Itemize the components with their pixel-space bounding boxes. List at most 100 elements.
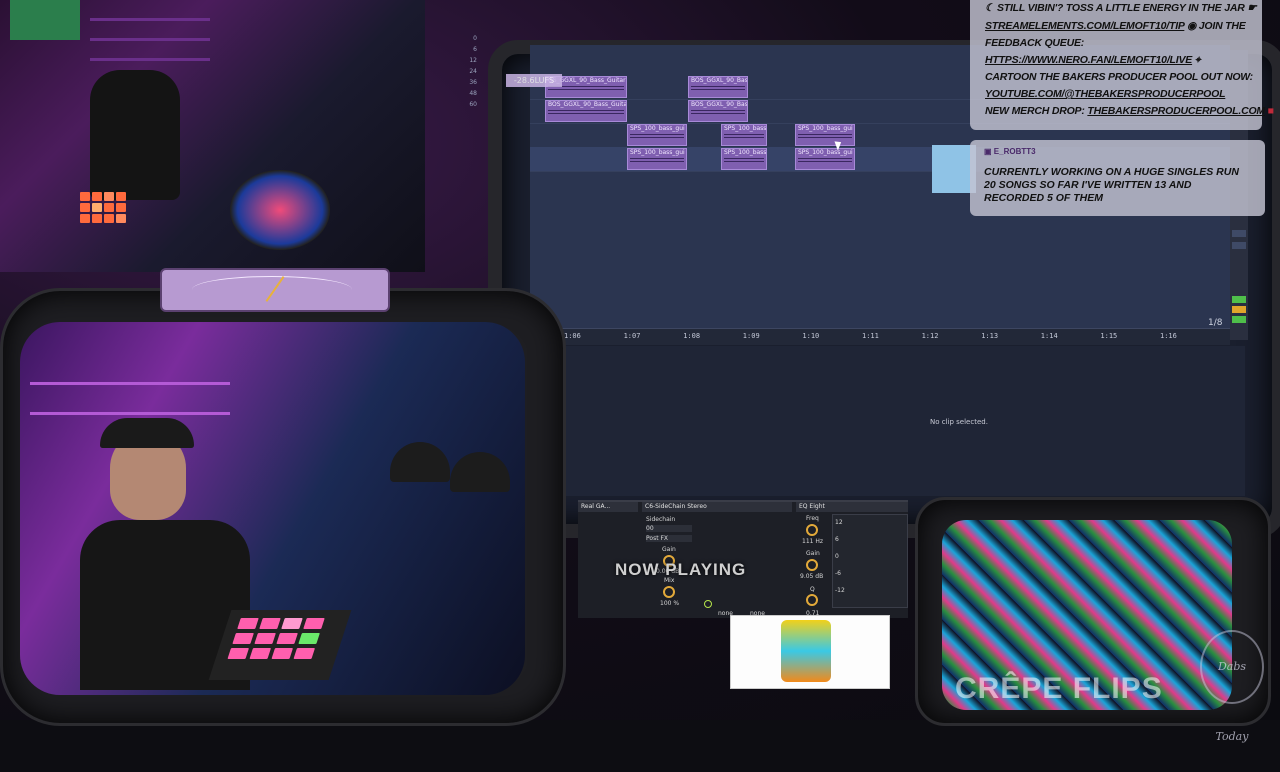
user-badge-icon: ▣ xyxy=(984,147,994,156)
clip-waveform xyxy=(724,161,764,162)
webcam-studio-top xyxy=(0,0,425,272)
youtube-link[interactable]: YOUTUBE.COM/@THEBAKERSPRODUCERPOOL xyxy=(985,88,1225,100)
shelf xyxy=(30,382,230,385)
clip-label: SPS_100_bass_gui xyxy=(630,125,685,132)
audio-clip[interactable]: SPS_100_bass xyxy=(721,124,767,146)
db-scale: 0 6 12 24 36 48 60 xyxy=(455,35,477,115)
power-led-icon[interactable] xyxy=(704,600,712,608)
q-label: Q xyxy=(810,586,815,593)
zoom-level: 1/8 xyxy=(1208,318,1223,328)
ruler-tick: 1:14 xyxy=(1040,332,1058,340)
clip-waveform xyxy=(798,161,852,162)
track-solo-button[interactable] xyxy=(1232,306,1246,313)
vu-meter-decoration xyxy=(160,268,390,312)
clip-waveform xyxy=(630,134,684,135)
db-scale-tick: 48 xyxy=(469,90,477,97)
audio-clip[interactable]: SPS_100_bass_gui xyxy=(627,148,687,170)
device-title-eq-eight[interactable]: EQ Eight xyxy=(796,502,908,512)
db-scale-tick: 12 xyxy=(469,57,477,64)
clip-waveform xyxy=(548,89,624,90)
clip-waveform xyxy=(548,110,624,111)
q-knob[interactable] xyxy=(806,594,818,606)
clip-waveform xyxy=(798,137,852,138)
ruler-tick: 1:06 xyxy=(564,332,581,340)
audio-clip[interactable]: SPS_100_bass_gui xyxy=(795,124,855,146)
hat xyxy=(390,442,450,482)
clip-waveform xyxy=(691,113,745,114)
shelf xyxy=(90,18,210,21)
clip-waveform xyxy=(630,158,684,159)
track-activator-button[interactable] xyxy=(1232,296,1246,303)
drum-pad-controller xyxy=(208,610,352,680)
now-playing-label: NOW PLAYING xyxy=(615,560,747,579)
clip-label: SPS_100_bass_gui xyxy=(798,149,853,156)
hat xyxy=(450,452,510,492)
clip-label: BOS_GGXL_90_Bas xyxy=(691,77,748,84)
device-title-ga[interactable]: Real GA... xyxy=(578,502,638,512)
ruler-tick: 1:13 xyxy=(981,332,999,340)
clip-waveform xyxy=(691,86,745,87)
clip-waveform xyxy=(548,113,624,114)
audio-clip[interactable]: BOS_GGXL_90_Bas xyxy=(688,100,748,122)
db-scale-tick: 0 xyxy=(473,35,477,42)
clip-label: SPS_100_bass xyxy=(724,149,767,156)
chat-line-suffix: JOIN THE xyxy=(1198,20,1246,32)
no-clip-message: No clip selected. xyxy=(930,418,988,426)
freq-knob[interactable] xyxy=(806,524,818,536)
db-scale-tick: 60 xyxy=(469,101,477,108)
detail-view[interactable] xyxy=(540,346,1245,496)
eq-scale-tick: 6 xyxy=(835,536,839,543)
ruler-tick: 1:16 xyxy=(1160,332,1177,340)
chat-line-text: STILL VIBIN'? TOSS A LITTLE ENERGY IN TH… xyxy=(996,2,1245,14)
clip-label: SPS_100_bass_gui xyxy=(798,125,853,132)
pointing-hand-icon: ☛ xyxy=(1244,2,1257,14)
chat-message-text: CURRENTLY WORKING ON A HUGE SINGLES RUN … xyxy=(984,166,1239,204)
ruler-tick: 1:15 xyxy=(1100,332,1118,340)
clip-waveform xyxy=(630,161,684,162)
audio-clip[interactable]: BOS_GGXL_90_Bass_Guitar xyxy=(545,100,627,122)
streamer-figure xyxy=(90,70,180,200)
mix-value[interactable]: 100 % xyxy=(660,600,679,607)
clip-waveform xyxy=(724,134,764,135)
feedback-link[interactable]: HTTPS://WWW.NERO.FAN/LEMOFT10/LIVE xyxy=(985,54,1192,66)
clip-waveform xyxy=(798,134,852,135)
eq-gain-label: Gain xyxy=(806,550,820,557)
tip-link[interactable]: STREAMELEMENTS.COM/LEMOFT10/TIP xyxy=(985,20,1185,32)
mix-knob[interactable] xyxy=(663,586,675,598)
streamer-cap xyxy=(100,418,194,448)
clip-label: BOS_GGXL_90_Bass_Guitar xyxy=(548,101,627,108)
eq-gain-value[interactable]: 9.05 dB xyxy=(800,573,823,580)
brand-logo: Dabs Today xyxy=(1200,630,1264,743)
audio-clip[interactable]: SPS_100_bass_gui xyxy=(795,148,855,170)
moon-icon: ☾ xyxy=(985,2,997,14)
track-activator-button[interactable] xyxy=(1232,316,1246,323)
clip-waveform xyxy=(724,137,764,138)
audio-clip[interactable]: BOS_GGXL_90_Bas xyxy=(688,76,748,98)
joystick-icon: ◉ xyxy=(1187,20,1199,32)
shelf xyxy=(90,58,210,61)
gain-label: Gain xyxy=(662,546,676,553)
track-button[interactable] xyxy=(1232,230,1246,237)
track-button[interactable] xyxy=(1232,242,1246,249)
timeline-ruler[interactable]: 1:06 1:07 1:08 1:09 1:10 1:11 1:12 1:13 1:14 1:15… xyxy=(540,328,1230,345)
audio-clip[interactable]: SPS_100_bass xyxy=(721,148,767,170)
clip-waveform xyxy=(724,158,764,159)
clip-label: SPS_100_bass xyxy=(724,125,767,132)
freq-value[interactable]: 111 Hz xyxy=(802,538,823,545)
audio-clip[interactable]: SPS_100_bass_gui xyxy=(627,124,687,146)
ruler-tick: 1:12 xyxy=(921,332,939,340)
device-chain[interactable]: Real GA... C6-SideChain Stereo EQ Eight … xyxy=(578,500,908,618)
device-title-sidechain[interactable]: C6-SideChain Stereo xyxy=(642,502,792,512)
eq-graph[interactable]: 12 6 0 -6 -12 xyxy=(832,514,908,608)
drum-pads xyxy=(227,618,325,659)
post-fx-select[interactable]: Post FX xyxy=(646,535,692,542)
artwork-figure xyxy=(781,620,831,682)
camera-icon: ⌖ xyxy=(1192,54,1201,66)
eq-gain-knob[interactable] xyxy=(806,559,818,571)
sidechain-select[interactable]: 00 xyxy=(646,525,692,532)
db-scale-tick: 24 xyxy=(469,68,477,75)
merch-link[interactable]: THEBAKERSPRODUCERPOOL.COM xyxy=(1087,105,1265,117)
poster xyxy=(10,0,80,40)
clip-waveform xyxy=(798,158,852,159)
eq-scale-tick: -12 xyxy=(835,587,845,594)
